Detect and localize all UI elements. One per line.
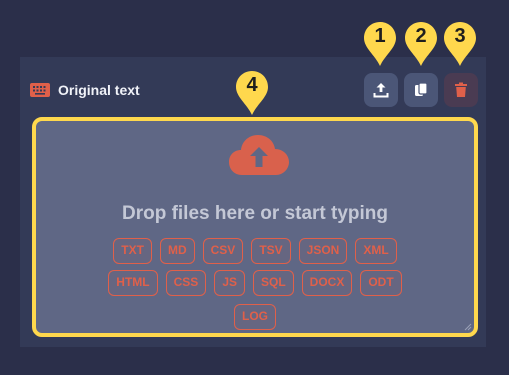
upload-icon: [373, 83, 389, 98]
format-chip: DOCX: [301, 270, 353, 296]
resize-grip-icon[interactable]: [464, 323, 472, 331]
format-row-2: HTML CSS JS SQL DOCX ODT: [36, 270, 474, 296]
format-chip: HTML: [108, 270, 158, 296]
upload-button[interactable]: [364, 73, 398, 107]
format-chip: CSV: [202, 238, 244, 264]
format-row-1: TXT MD CSV TSV JSON XML: [36, 238, 474, 264]
callout-number: 1: [374, 25, 386, 47]
callout-marker-2: 2: [404, 21, 438, 67]
file-drop-zone[interactable]: Drop files here or start typing TXT MD C…: [32, 117, 478, 337]
format-chip: MD: [159, 238, 195, 264]
callout-number: 4: [246, 74, 258, 96]
format-chip: LOG: [234, 304, 276, 330]
cloud-upload-icon: [229, 135, 289, 175]
format-chip: ODT: [360, 270, 402, 296]
callout-marker-3: 3: [443, 21, 477, 67]
callout-number: 2: [415, 25, 427, 47]
panel-header: Original text: [30, 82, 140, 98]
format-chip: JS: [214, 270, 245, 296]
panel-title: Original text: [58, 82, 140, 98]
format-chip: CSS: [165, 270, 207, 296]
drop-prompt: Drop files here or start typing: [121, 203, 389, 224]
format-chip: TSV: [251, 238, 291, 264]
callout-number: 3: [454, 25, 466, 47]
format-chip: JSON: [298, 238, 348, 264]
format-chip: TXT: [113, 238, 152, 264]
keyboard-icon: [30, 83, 50, 97]
trash-icon: [455, 82, 467, 97]
format-row-3: LOG: [36, 304, 474, 330]
delete-button[interactable]: [444, 73, 478, 107]
format-chip: XML: [355, 238, 397, 264]
copy-icon: [415, 82, 428, 96]
format-chip: SQL: [253, 270, 294, 296]
callout-marker-4: 4: [235, 70, 269, 116]
copy-button[interactable]: [404, 73, 438, 107]
callout-marker-1: 1: [363, 21, 397, 67]
app-stage: Original text 1 2 3 4 Drop files here or…: [0, 0, 509, 375]
